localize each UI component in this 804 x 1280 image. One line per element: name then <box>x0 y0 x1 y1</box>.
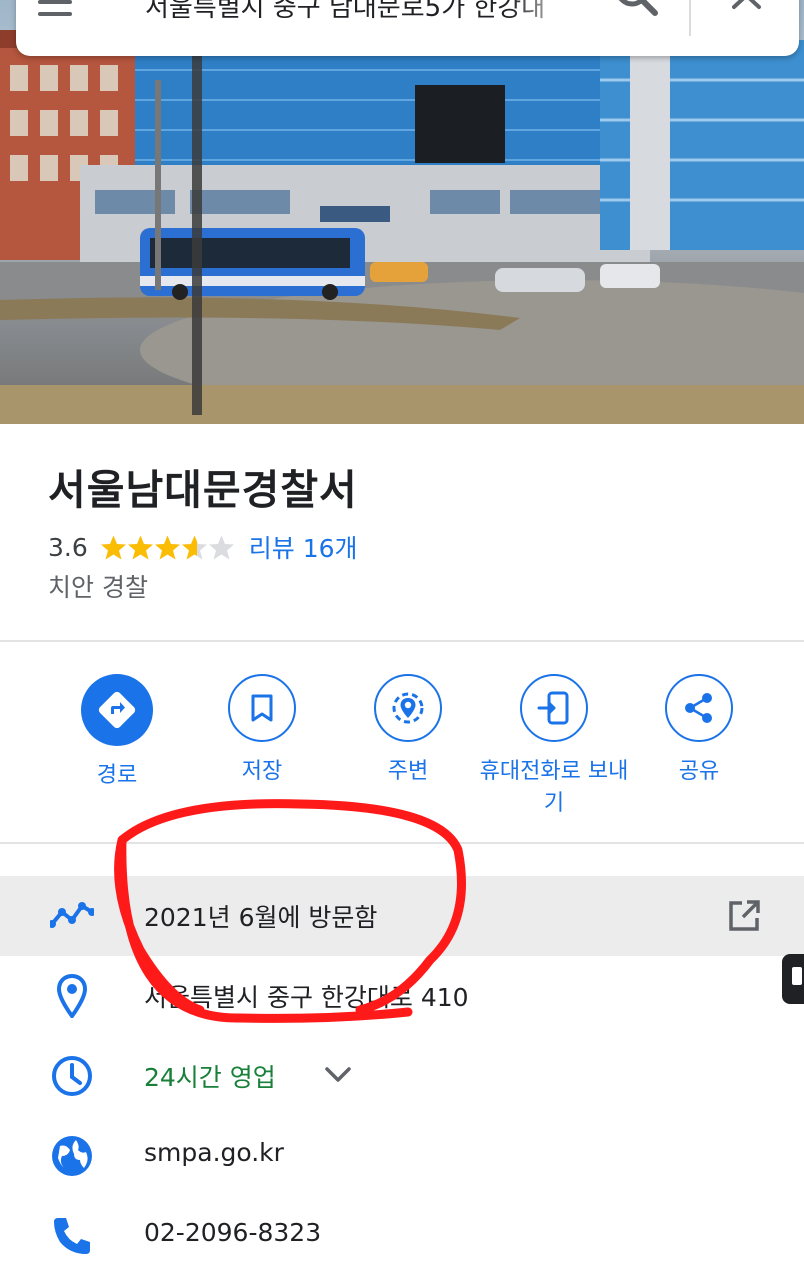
location-pin-icon <box>50 973 94 1020</box>
place-title: 서울남대문경찰서 <box>48 466 358 514</box>
send-to-phone-icon <box>520 674 588 742</box>
search-input[interactable]: 서울특별시 중구 남대문로5가 한강대 <box>145 0 575 30</box>
hours-status[interactable]: 24시간 영업 <box>144 1058 276 1094</box>
place-category: 치안 경찰 <box>48 573 148 602</box>
phone-number[interactable]: 02-2096-8323 <box>144 1218 321 1247</box>
star-icon <box>127 535 153 559</box>
directions-button[interactable]: 경로 <box>44 674 190 792</box>
bookmark-icon <box>228 674 296 742</box>
visit-history-row[interactable] <box>0 876 804 956</box>
search-icon[interactable] <box>615 0 661 30</box>
share-button[interactable]: 공유 <box>626 674 772 788</box>
send-to-phone-button[interactable]: 휴대전화로 보내기 <box>480 674 628 820</box>
share-icon <box>665 674 733 742</box>
address-text[interactable]: 서울특별시 중구 한강대로 410 <box>144 978 469 1014</box>
star-rating <box>100 534 235 561</box>
open-in-new-icon[interactable] <box>726 898 762 934</box>
chevron-down-icon[interactable] <box>322 1058 354 1090</box>
visit-history-text: 2021년 6월에 방문함 <box>144 903 378 932</box>
rating-value: 3.6 <box>48 532 88 562</box>
phone-icon <box>50 1214 94 1258</box>
search-divider <box>689 0 691 36</box>
timeline-icon <box>48 894 96 938</box>
clock-icon <box>50 1054 94 1098</box>
close-icon[interactable] <box>725 0 769 30</box>
action-label: 경로 <box>96 763 138 788</box>
website-link[interactable]: smpa.go.kr <box>144 1138 284 1167</box>
directions-icon <box>81 674 153 746</box>
globe-icon <box>50 1134 94 1178</box>
save-button[interactable]: 저장 <box>189 674 335 788</box>
star-icon <box>181 535 207 559</box>
divider <box>0 640 804 642</box>
nearby-icon <box>374 674 442 742</box>
place-photo[interactable] <box>0 0 804 424</box>
star-icon <box>208 535 234 559</box>
nearby-button[interactable]: 주변 <box>335 674 481 788</box>
street-view-image <box>0 30 804 424</box>
divider <box>0 842 804 844</box>
side-panel-handle[interactable] <box>782 954 804 1004</box>
star-icon <box>100 535 126 559</box>
action-label: 주변 <box>387 759 429 784</box>
rating-row[interactable]: 3.6 리뷰 16개 <box>48 528 358 566</box>
star-icon <box>154 535 180 559</box>
menu-icon[interactable] <box>38 0 74 34</box>
action-label: 휴대전화로 보내기 <box>479 759 629 816</box>
action-label: 저장 <box>241 759 283 784</box>
action-label: 공유 <box>678 759 720 784</box>
reviews-link[interactable]: 리뷰 16개 <box>249 529 358 565</box>
